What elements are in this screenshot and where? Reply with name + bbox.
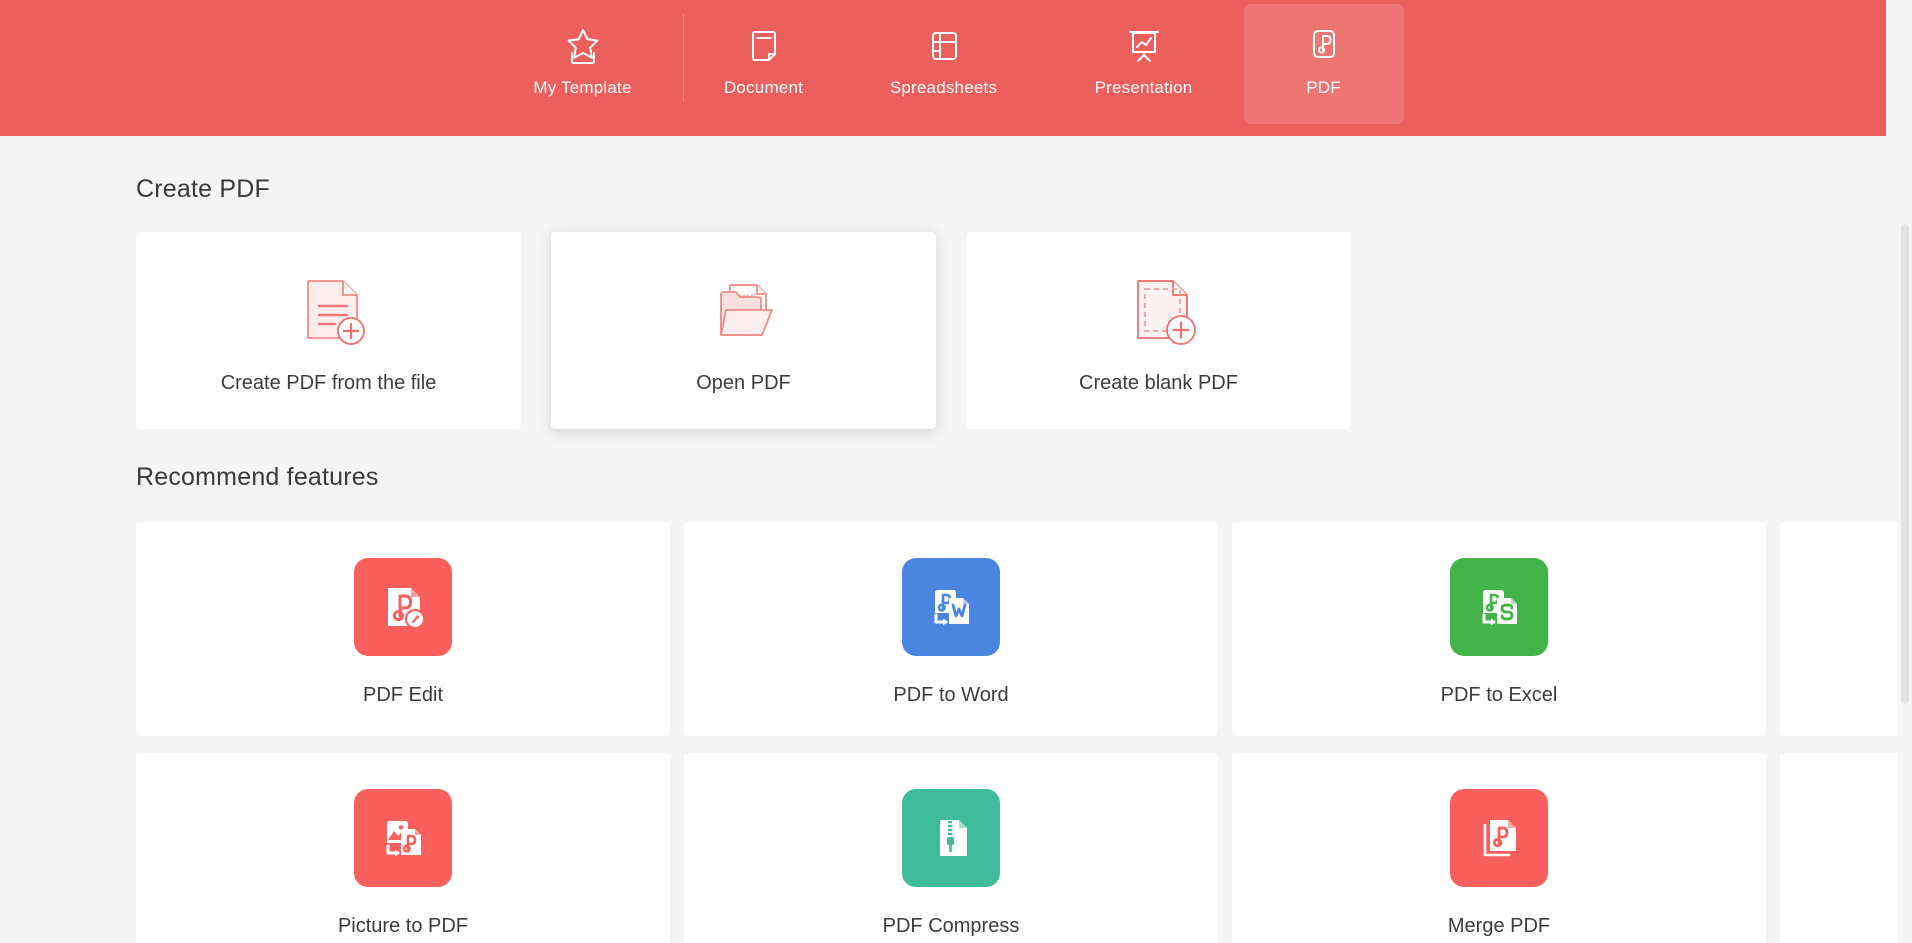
feature-card-label: Merge PDF xyxy=(1448,915,1550,938)
create-card-label: Create blank PDF xyxy=(1079,372,1238,395)
pdf-home-screen: My Template Document xyxy=(0,0,1912,943)
feature-card-picture-to-pdf[interactable]: Picture to PDF xyxy=(136,753,670,943)
recommend-features-section-title: Recommend features xyxy=(136,429,1886,492)
create-blank-pdf-card[interactable]: Create blank PDF xyxy=(966,232,1351,429)
create-pdf-card-row: Create PDF from the file PDF Open PDF xyxy=(136,232,1886,429)
presentation-chart-icon xyxy=(1122,22,1166,70)
nav-item-list: My Template Document xyxy=(483,0,1404,136)
open-pdf-card[interactable]: PDF Open PDF xyxy=(551,232,936,429)
pdf-to-excel-icon xyxy=(1450,558,1548,656)
feature-card-pdf-to-word[interactable]: PDF to Word xyxy=(684,522,1218,736)
document-page-icon xyxy=(742,22,786,70)
create-card-label: Open PDF xyxy=(696,372,790,395)
feature-card-pdf-to-excel[interactable]: PDF to Excel xyxy=(1232,522,1766,736)
nav-item-spreadsheets[interactable]: Spreadsheets xyxy=(844,4,1044,124)
blank-page-plus-icon xyxy=(1111,256,1207,366)
nav-item-document[interactable]: Document xyxy=(684,4,844,124)
feature-card-merge-pdf[interactable]: Merge PDF xyxy=(1232,753,1766,943)
merge-pdf-icon xyxy=(1450,789,1548,887)
feature-card-label: PDF to Word xyxy=(893,684,1008,707)
feature-card-pdf-compress[interactable]: PDF Compress xyxy=(684,753,1218,943)
picture-to-pdf-icon xyxy=(354,789,452,887)
star-template-icon xyxy=(560,22,606,70)
feature-card-label: Picture to PDF xyxy=(338,915,468,938)
nav-item-label: PDF xyxy=(1306,78,1341,98)
nav-item-label: Spreadsheets xyxy=(890,78,997,98)
open-folder-pdf-icon: PDF xyxy=(696,256,792,366)
nav-item-my-template[interactable]: My Template xyxy=(483,4,683,124)
feature-card-label: PDF Edit xyxy=(363,684,443,707)
nav-item-label: My Template xyxy=(533,78,631,98)
create-pdf-from-file-card[interactable]: Create PDF from the file xyxy=(136,232,521,429)
nav-item-label: Document xyxy=(724,78,803,98)
vertical-scrollbar[interactable] xyxy=(1898,136,1912,943)
create-pdf-section-title: Create PDF xyxy=(136,136,1886,204)
feature-card-pdf-edit[interactable]: PDF Edit xyxy=(136,522,670,736)
pdf-compress-icon xyxy=(902,789,1000,887)
feature-card-label: PDF Compress xyxy=(883,915,1020,938)
create-card-label: Create PDF from the file xyxy=(221,372,437,395)
feature-card-label: PDF to Excel xyxy=(1441,684,1558,707)
nav-item-presentation[interactable]: Presentation xyxy=(1044,4,1244,124)
feature-card-pdf-to-picture[interactable]: PDF to Picture xyxy=(1780,522,1912,736)
top-navigation-bar: My Template Document xyxy=(0,0,1886,136)
pdf-badge-icon xyxy=(1302,22,1346,70)
table-grid-icon xyxy=(922,22,966,70)
main-content: Create PDF Create PDF from the fil xyxy=(0,136,1886,943)
pdf-to-word-icon xyxy=(902,558,1000,656)
recommend-features-grid: PDF Edit PDF to Word xyxy=(136,522,1912,943)
scrollbar-thumb[interactable] xyxy=(1901,224,1909,704)
pdf-file-plus-icon xyxy=(281,256,377,366)
feature-card-split-pdf[interactable]: Split PDF xyxy=(1780,753,1912,943)
nav-item-pdf[interactable]: PDF xyxy=(1244,4,1404,124)
nav-item-label: Presentation xyxy=(1095,78,1193,98)
pdf-edit-icon xyxy=(354,558,452,656)
